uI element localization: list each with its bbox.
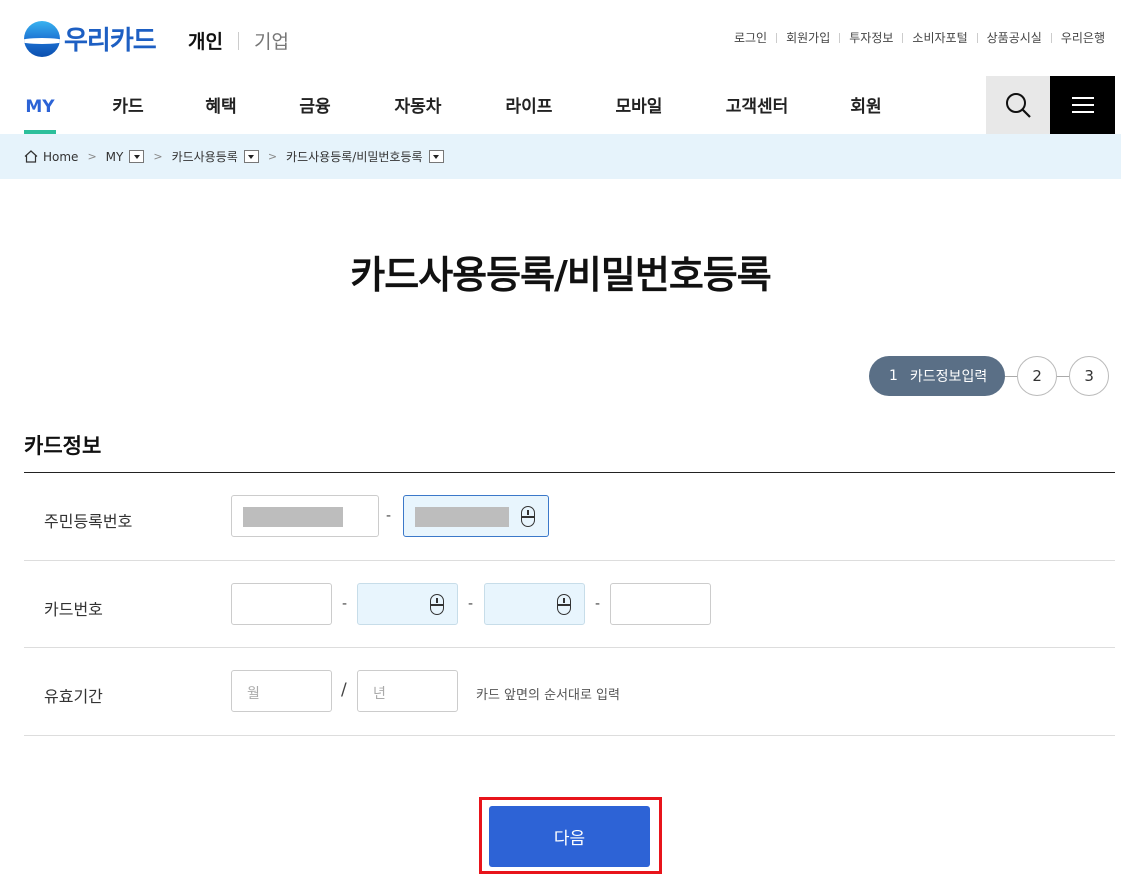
card-number-label: 카드번호 <box>44 600 103 619</box>
step-number: 1 <box>889 368 898 384</box>
woori-card-logo[interactable]: 우리카드 <box>24 20 157 57</box>
virtual-keypad-icon[interactable] <box>521 506 535 527</box>
rrn-back-input[interactable] <box>403 495 549 537</box>
month-placeholder: 월 <box>247 686 260 702</box>
expiry-month-input[interactable]: 월 <box>231 670 332 712</box>
dropdown-toggle-icon[interactable] <box>243 150 259 163</box>
breadcrumb-home-label: Home <box>43 149 79 164</box>
card-number-input-4[interactable] <box>610 583 711 625</box>
logo-text: 우리카드 <box>64 26 157 56</box>
search-icon <box>1006 93 1031 118</box>
gnb-item-finance[interactable]: 금융 <box>298 76 332 134</box>
all-menu-button[interactable] <box>1050 76 1115 134</box>
header-top: 우리카드 개인 기업 로그인 회원가입 투자정보 소비자포털 상품공시실 우리은… <box>0 0 1121 76</box>
divider <box>839 32 841 43</box>
year-placeholder: 년 <box>373 686 386 702</box>
mode-tabs: 개인 기업 <box>188 27 289 54</box>
gnb-item-customer-center[interactable]: 고객센터 <box>723 76 791 134</box>
page-title: 카드사용등록/비밀번호등록 <box>350 253 771 297</box>
divider <box>976 32 978 43</box>
divider <box>1050 32 1052 43</box>
logo-mark-icon <box>24 20 60 57</box>
mode-tab-personal[interactable]: 개인 <box>188 27 223 54</box>
home-icon <box>24 150 38 163</box>
product-disclosure-link[interactable]: 상품공시실 <box>987 29 1042 46</box>
rrn-front-input[interactable] <box>231 495 379 537</box>
step-1-active: 1 카드정보입력 <box>869 356 1006 396</box>
chevron-right-icon: > <box>87 150 97 163</box>
signup-link[interactable]: 회원가입 <box>786 29 830 46</box>
dropdown-toggle-icon[interactable] <box>129 150 145 163</box>
utility-links: 로그인 회원가입 투자정보 소비자포털 상품공시실 우리은행 <box>734 29 1105 46</box>
gnb-item-benefits[interactable]: 혜택 <box>204 76 238 134</box>
login-link[interactable]: 로그인 <box>734 29 767 46</box>
step-label: 카드정보입력 <box>909 369 988 385</box>
separator: - <box>386 508 392 524</box>
divider <box>237 31 239 50</box>
hamburger-menu-icon <box>1071 97 1094 113</box>
main-navigation: MY 카드 혜택 금융 자동차 라이프 모바일 고객센터 회원 <box>0 76 1121 134</box>
step-2: 2 <box>1017 356 1058 396</box>
separator: - <box>342 596 348 612</box>
rrn-label: 주민등록번호 <box>44 512 133 531</box>
rrn-row: 주민등록번호 - <box>24 473 1115 561</box>
investor-link[interactable]: 투자정보 <box>849 29 893 46</box>
woori-bank-link[interactable]: 우리은행 <box>1061 29 1105 46</box>
expiry-label: 유효기간 <box>44 687 103 706</box>
breadcrumb-label[interactable]: MY <box>106 150 124 164</box>
mode-tab-business[interactable]: 기업 <box>254 27 289 54</box>
breadcrumb-label[interactable]: 카드사용등록/비밀번호등록 <box>286 148 423 165</box>
consumer-portal-link[interactable]: 소비자포털 <box>912 29 967 46</box>
divider <box>902 32 904 43</box>
gnb-item-life[interactable]: 라이프 <box>503 76 555 134</box>
card-number-input-1[interactable] <box>231 583 332 625</box>
section-title: 카드정보 <box>24 434 102 458</box>
search-button[interactable] <box>986 76 1050 134</box>
breadcrumb-label[interactable]: 카드사용등록 <box>172 148 238 165</box>
gnb-item-auto[interactable]: 자동차 <box>392 76 444 134</box>
step-connector <box>1057 375 1070 377</box>
separator: - <box>468 596 474 612</box>
masked-value <box>415 507 509 527</box>
step-3: 3 <box>1069 356 1110 396</box>
breadcrumb: Home > MY > 카드사용등록 > 카드사용등록/비밀번호등록 <box>0 134 1121 179</box>
breadcrumb-current: 카드사용등록/비밀번호등록 <box>286 148 444 165</box>
expiry-hint: 카드 앞면의 순서대로 입력 <box>476 688 620 703</box>
breadcrumb-home[interactable]: Home <box>24 150 78 164</box>
next-button[interactable]: 다음 <box>489 806 650 867</box>
virtual-keypad-icon[interactable] <box>557 594 571 615</box>
breadcrumb-my: MY <box>106 150 145 164</box>
gnb-item-member[interactable]: 회원 <box>849 76 883 134</box>
expiry-row: 유효기간 월 / 년 카드 앞면의 순서대로 입력 <box>24 648 1115 736</box>
virtual-keypad-icon[interactable] <box>430 594 444 615</box>
gnb-item-card[interactable]: 카드 <box>111 76 145 134</box>
gnb-item-my[interactable]: MY <box>24 76 56 134</box>
gnb-item-mobile[interactable]: 모바일 <box>613 76 665 134</box>
masked-value <box>243 507 343 527</box>
step-indicator: 1 카드정보입력 2 3 <box>869 356 1110 396</box>
chevron-right-icon: > <box>153 150 163 163</box>
slash-separator: / <box>341 680 347 700</box>
chevron-right-icon: > <box>267 150 278 163</box>
breadcrumb-card-registration: 카드사용등록 <box>172 148 259 165</box>
expiry-year-input[interactable]: 년 <box>357 670 458 712</box>
dropdown-toggle-icon[interactable] <box>428 150 444 163</box>
separator: - <box>595 596 601 612</box>
card-number-input-2[interactable] <box>357 583 458 625</box>
card-number-input-3[interactable] <box>484 583 585 625</box>
step-connector <box>1005 375 1018 377</box>
divider <box>776 32 778 43</box>
card-number-row: 카드번호 - - - <box>24 561 1115 648</box>
